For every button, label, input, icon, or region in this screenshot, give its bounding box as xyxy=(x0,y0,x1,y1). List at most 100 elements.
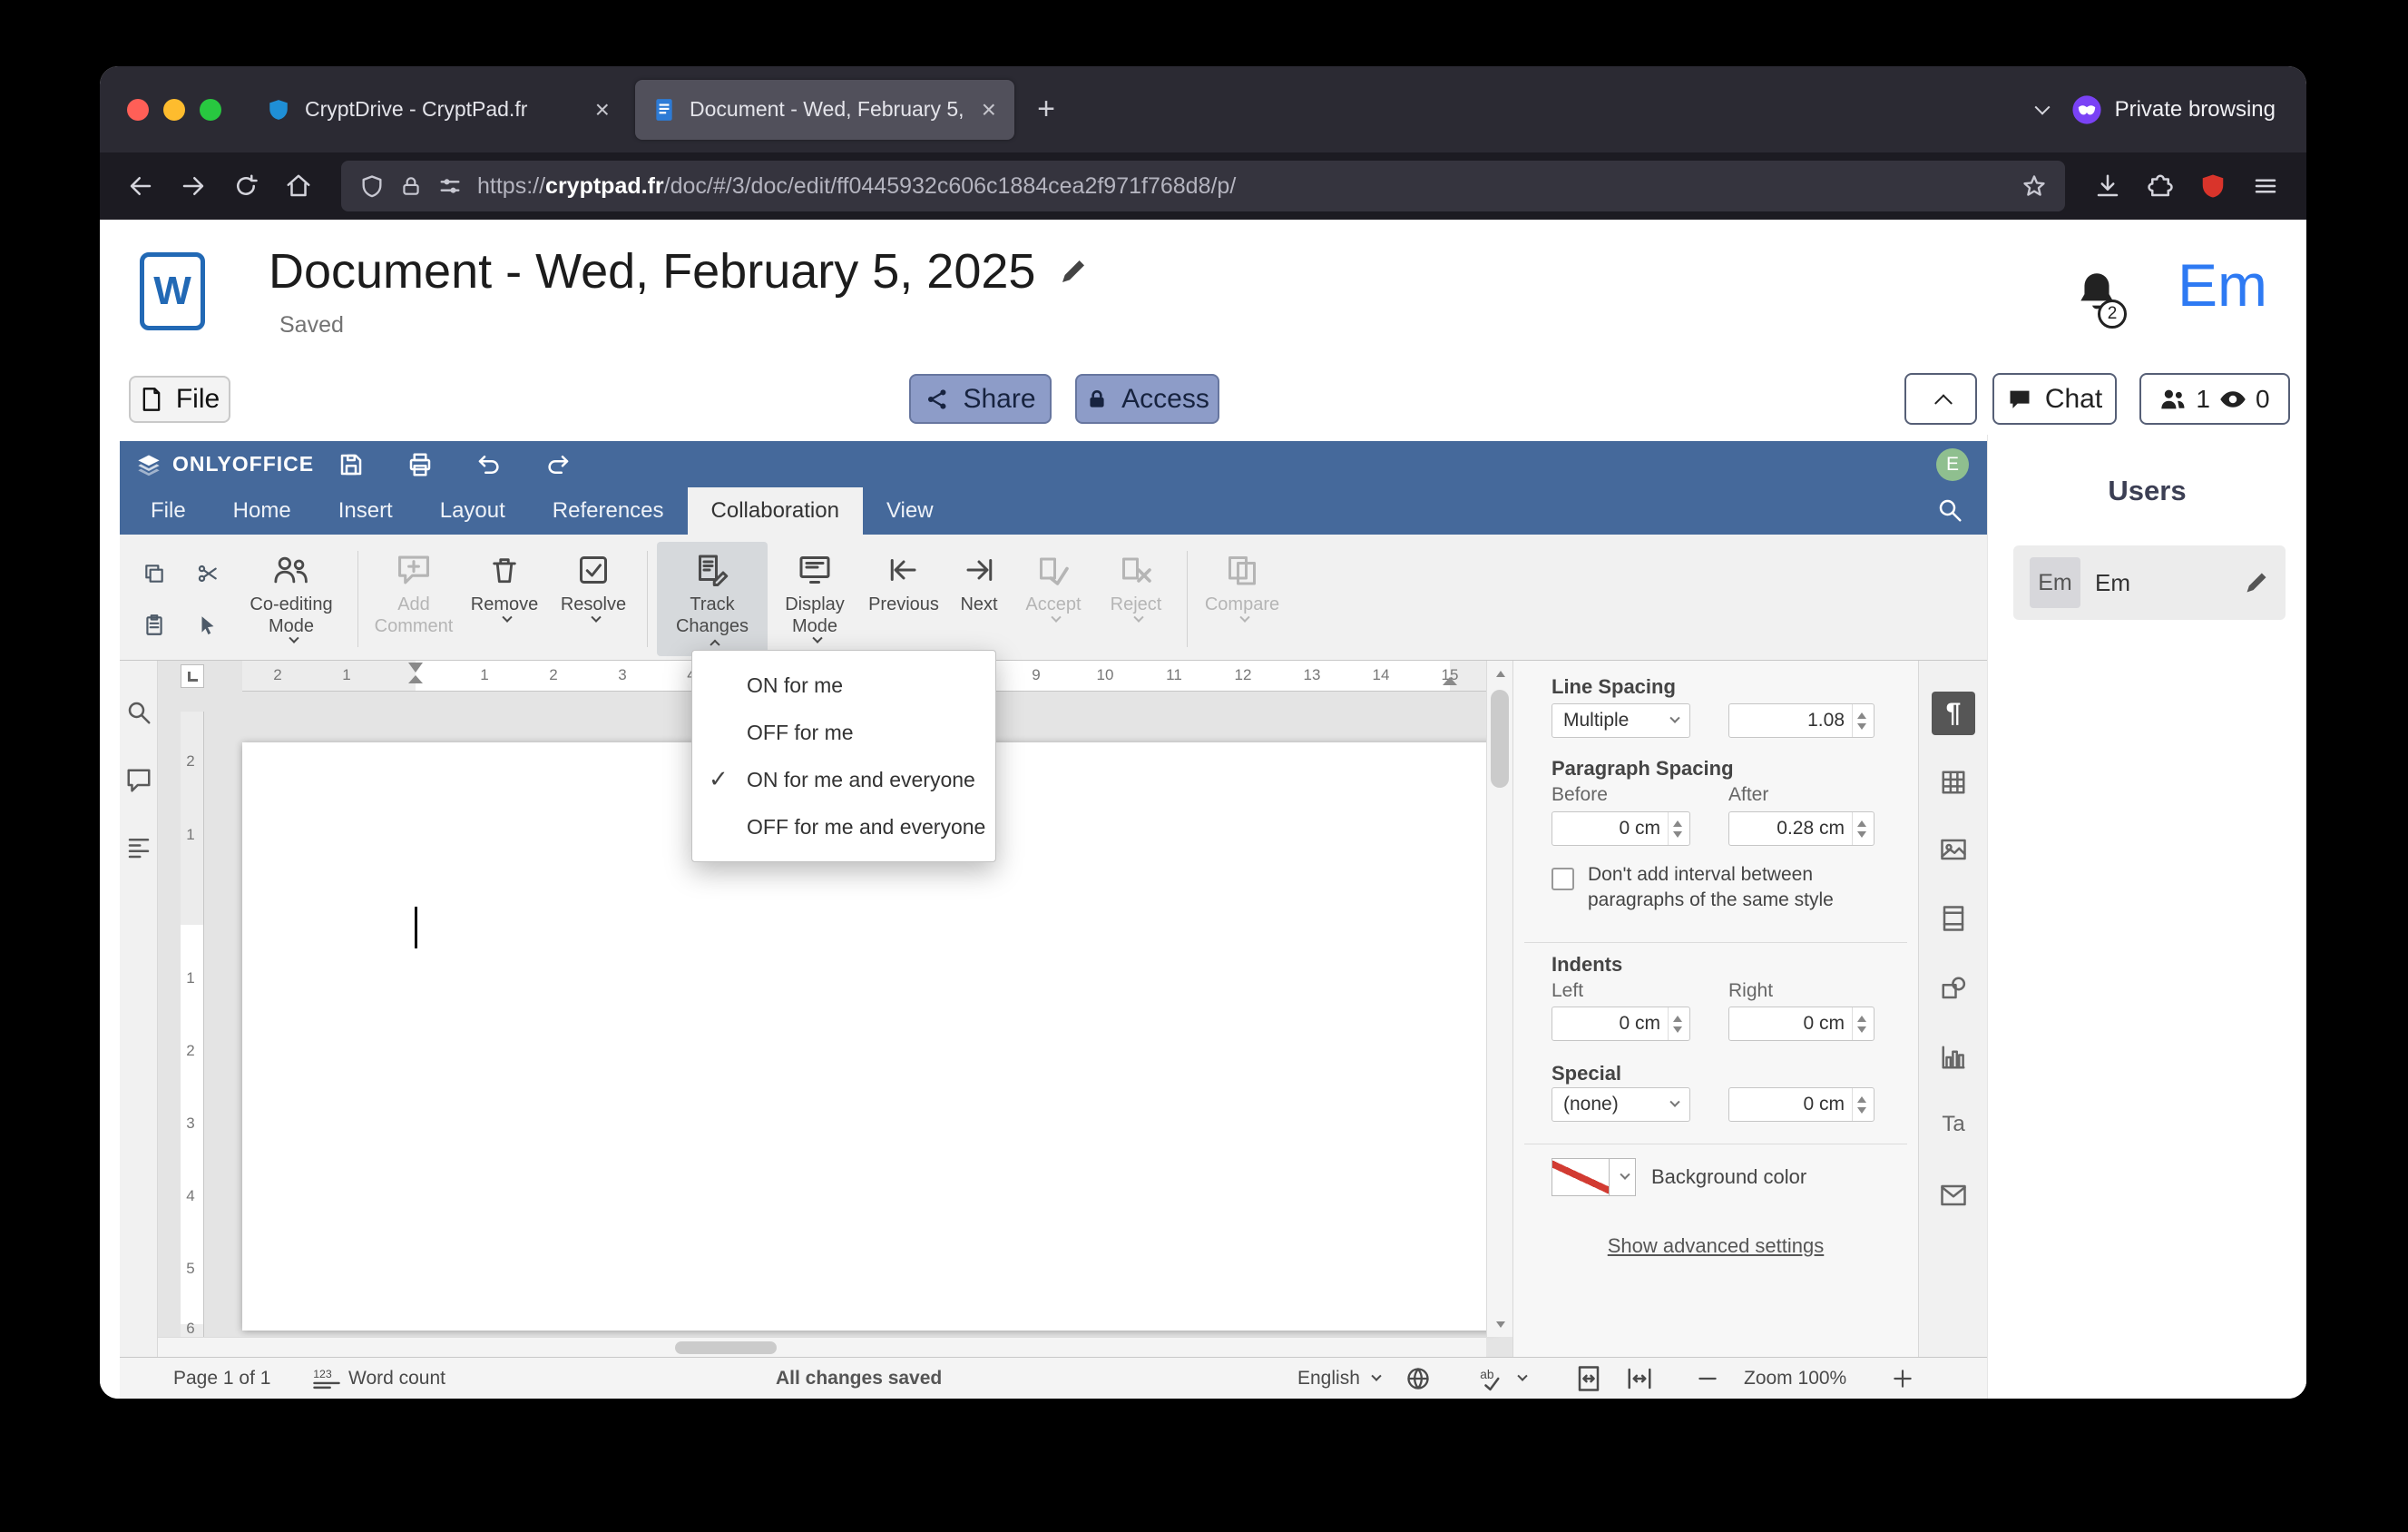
dropdown-item-off-for-me[interactable]: OFF for me xyxy=(692,709,995,756)
horizontal-scrollbar[interactable] xyxy=(158,1337,1486,1357)
notifications-bell-icon[interactable]: 2 xyxy=(2074,267,2129,329)
tab-stop-selector[interactable] xyxy=(181,664,204,688)
select-all-icon[interactable] xyxy=(196,614,220,637)
spacing-before-spinner[interactable]: 0 cm xyxy=(1551,811,1690,846)
indent-left-spinner[interactable]: 0 cm xyxy=(1551,1007,1690,1041)
edit-user-pencil-icon[interactable] xyxy=(2244,570,2269,595)
spin-up-icon[interactable] xyxy=(1856,820,1866,827)
chart-settings-icon[interactable] xyxy=(1932,1036,1975,1079)
menu-home[interactable]: Home xyxy=(210,487,315,535)
maximize-window-button[interactable] xyxy=(200,98,221,121)
special-indent-spinner[interactable]: 0 cm xyxy=(1728,1087,1875,1122)
left-indent-marker[interactable] xyxy=(408,675,423,683)
back-button[interactable] xyxy=(116,162,165,211)
vertical-scroll-thumb[interactable] xyxy=(1491,690,1509,788)
collapse-toolbar-button[interactable] xyxy=(1904,373,1977,425)
save-icon[interactable] xyxy=(338,451,365,478)
close-tab-icon[interactable]: × xyxy=(982,96,996,123)
compare-button[interactable]: Compare xyxy=(1197,542,1287,656)
word-count-button[interactable]: 123 Word count xyxy=(312,1358,445,1399)
add-comment-button[interactable]: Add Comment xyxy=(367,542,460,656)
permissions-tune-icon[interactable] xyxy=(437,173,463,199)
reject-change-button[interactable]: Reject xyxy=(1094,542,1178,656)
bookmark-star-icon[interactable] xyxy=(2021,173,2047,199)
text-art-settings-icon[interactable]: Ta xyxy=(1932,1103,1975,1146)
dropdown-item-on-for-everyone[interactable]: ✓ ON for me and everyone xyxy=(692,756,995,803)
remove-comment-button[interactable]: Remove xyxy=(460,542,549,656)
home-button[interactable] xyxy=(274,162,323,211)
redo-icon[interactable] xyxy=(544,451,572,478)
header-footer-settings-icon[interactable] xyxy=(1932,897,1975,940)
spin-down-icon[interactable] xyxy=(1856,830,1866,838)
forward-button[interactable] xyxy=(169,162,218,211)
tab-overflow-chevron-icon[interactable] xyxy=(2034,99,2051,115)
table-settings-icon[interactable] xyxy=(1932,761,1975,804)
interval-checkbox[interactable] xyxy=(1551,868,1574,890)
document-title[interactable]: Document - Wed, February 5, 2025 xyxy=(269,243,1035,300)
menu-collaboration[interactable]: Collaboration xyxy=(687,487,863,535)
url-text[interactable]: https://cryptpad.fr/doc/#/3/doc/edit/ff0… xyxy=(477,173,2007,200)
dropdown-item-off-for-everyone[interactable]: OFF for me and everyone xyxy=(692,803,995,850)
paste-icon[interactable] xyxy=(142,614,166,637)
menu-hamburger-button[interactable] xyxy=(2241,162,2290,211)
spin-up-icon[interactable] xyxy=(1672,1015,1682,1022)
spellcheck-button[interactable]: ab xyxy=(1479,1358,1528,1399)
close-tab-icon[interactable]: × xyxy=(595,96,610,123)
extensions-button[interactable] xyxy=(2136,162,2185,211)
tab-document[interactable]: Document - Wed, February 5, 2 × xyxy=(635,79,1014,140)
background-color-swatch[interactable] xyxy=(1551,1158,1610,1196)
spin-up-icon[interactable] xyxy=(1856,1095,1866,1103)
track-changes-button[interactable]: Track Changes xyxy=(657,542,768,656)
menu-layout[interactable]: Layout xyxy=(416,487,529,535)
cut-scissors-icon[interactable] xyxy=(196,562,220,585)
access-button[interactable]: Access xyxy=(1075,374,1219,424)
spin-up-icon[interactable] xyxy=(1672,820,1682,827)
spin-down-icon[interactable] xyxy=(1856,1026,1866,1033)
chat-button[interactable]: Chat xyxy=(1992,373,2117,425)
comments-panel-icon[interactable] xyxy=(125,767,152,794)
spacing-after-spinner[interactable]: 0.28 cm xyxy=(1728,811,1875,846)
menu-view[interactable]: View xyxy=(863,487,957,535)
lock-icon[interactable] xyxy=(399,174,423,198)
new-tab-button[interactable]: + xyxy=(1022,85,1071,134)
zoom-out-button[interactable] xyxy=(1696,1358,1719,1399)
mail-merge-icon[interactable] xyxy=(1932,1174,1975,1217)
close-window-button[interactable] xyxy=(127,98,149,121)
tracking-shield-icon[interactable] xyxy=(359,173,385,199)
dropdown-item-on-for-me[interactable]: ON for me xyxy=(692,662,995,709)
file-button[interactable]: File xyxy=(129,376,230,423)
accept-change-button[interactable]: Accept xyxy=(1013,542,1094,656)
edit-title-pencil-icon[interactable] xyxy=(1059,257,1088,286)
fit-width-button[interactable] xyxy=(1626,1358,1653,1399)
next-change-button[interactable]: Next xyxy=(945,542,1013,656)
line-spacing-value-spinner[interactable]: 1.08 xyxy=(1728,703,1875,738)
language-selector[interactable]: English xyxy=(1297,1358,1382,1399)
spin-down-icon[interactable] xyxy=(1672,830,1682,838)
editor-search-icon[interactable] xyxy=(1936,496,1963,528)
document-language-icon[interactable] xyxy=(1405,1358,1431,1399)
paragraph-settings-icon[interactable]: ¶ xyxy=(1932,692,1975,735)
account-avatar[interactable]: Em xyxy=(2178,250,2267,319)
ublock-extension-icon[interactable] xyxy=(2188,162,2237,211)
line-spacing-select[interactable]: Multiple xyxy=(1551,703,1690,738)
image-settings-icon[interactable] xyxy=(1932,828,1975,871)
coediting-mode-button[interactable]: Co-editing Mode xyxy=(234,542,348,656)
address-bar[interactable]: https://cryptpad.fr/doc/#/3/doc/edit/ff0… xyxy=(341,161,2065,211)
fit-page-button[interactable] xyxy=(1576,1358,1601,1399)
share-button[interactable]: Share xyxy=(909,374,1052,424)
menu-insert[interactable]: Insert xyxy=(315,487,416,535)
undo-icon[interactable] xyxy=(475,451,503,478)
navigation-headings-icon[interactable] xyxy=(125,834,152,861)
user-list-item[interactable]: Em Em xyxy=(2013,545,2286,620)
scroll-up-arrow[interactable] xyxy=(1487,661,1513,686)
print-icon[interactable] xyxy=(406,451,434,478)
resolve-button[interactable]: Resolve xyxy=(549,542,638,656)
zoom-in-button[interactable] xyxy=(1891,1358,1914,1399)
editor-user-avatar[interactable]: E xyxy=(1936,448,1969,481)
user-counts-button[interactable]: 1 0 xyxy=(2139,373,2290,425)
spin-down-icon[interactable] xyxy=(1856,722,1866,730)
spin-down-icon[interactable] xyxy=(1856,1106,1866,1114)
special-indent-select[interactable]: (none) xyxy=(1551,1087,1690,1122)
horizontal-scroll-thumb[interactable] xyxy=(675,1341,777,1354)
menu-file[interactable]: File xyxy=(127,487,210,535)
